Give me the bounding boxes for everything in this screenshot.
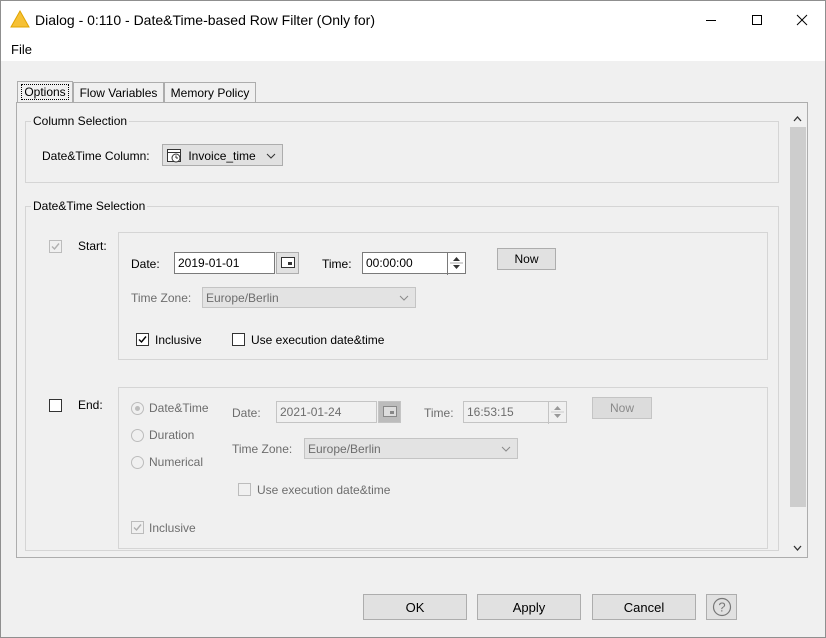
start-date-value: 2019-01-01 bbox=[178, 256, 240, 270]
close-icon bbox=[796, 14, 808, 26]
menu-file[interactable]: File bbox=[11, 42, 32, 57]
tab-options-label: Options bbox=[21, 84, 69, 100]
warning-triangle-icon bbox=[10, 10, 30, 28]
end-mode-duration-label: Duration bbox=[149, 428, 195, 442]
start-timezone-select[interactable]: Europe/Berlin bbox=[202, 287, 416, 308]
end-use-execution-checkbox[interactable] bbox=[238, 483, 251, 496]
menu-bar: File bbox=[1, 39, 825, 61]
end-now-button[interactable]: Now bbox=[592, 397, 652, 419]
end-label: End: bbox=[78, 398, 103, 412]
calendar-clock-icon bbox=[167, 149, 181, 163]
start-date-field[interactable]: 2019-01-01 bbox=[174, 252, 275, 274]
ok-button-label: OK bbox=[405, 600, 425, 615]
svg-text:?: ? bbox=[718, 600, 725, 615]
start-timezone-value: Europe/Berlin bbox=[206, 291, 279, 305]
start-timezone-label: Time Zone: bbox=[131, 291, 192, 305]
start-inclusive-checkbox[interactable] bbox=[136, 333, 149, 346]
apply-button-label: Apply bbox=[512, 600, 546, 615]
spinner-arrows-icon bbox=[551, 406, 564, 418]
end-date-field[interactable]: 2021-01-24 bbox=[276, 401, 377, 423]
end-date-picker-button[interactable] bbox=[378, 401, 401, 423]
datetime-column-label: Date&Time Column: bbox=[42, 149, 150, 163]
end-timezone-label: Time Zone: bbox=[232, 442, 293, 456]
maximize-button[interactable] bbox=[734, 1, 780, 39]
end-inclusive-label: Inclusive bbox=[149, 521, 196, 535]
help-icon: ? bbox=[712, 597, 731, 617]
start-time-field[interactable]: 00:00:00 bbox=[362, 252, 466, 275]
end-time-field[interactable]: 16:53:15 bbox=[463, 401, 567, 424]
scroll-down-button[interactable] bbox=[789, 539, 806, 556]
end-mode-datetime-label: Date&Time bbox=[149, 401, 209, 415]
end-date-value: 2021-01-24 bbox=[280, 405, 342, 419]
dialog-window: Dialog - 0:110 - Date&Time-based Row Fil… bbox=[0, 0, 826, 638]
start-use-execution-label: Use execution date&time bbox=[251, 333, 385, 347]
tab-flow-variables[interactable]: Flow Variables bbox=[73, 82, 164, 104]
end-timezone-select[interactable]: Europe/Berlin bbox=[304, 438, 518, 459]
datetime-column-value: Invoice_time bbox=[188, 149, 256, 163]
end-time-value: 16:53:15 bbox=[467, 405, 514, 419]
spinner-arrows-icon bbox=[450, 257, 463, 269]
start-date-picker-button[interactable] bbox=[276, 252, 299, 274]
calendar-icon bbox=[382, 406, 397, 417]
window-title: Dialog - 0:110 - Date&Time-based Row Fil… bbox=[35, 12, 375, 28]
chevron-down-icon bbox=[501, 446, 511, 452]
start-time-label: Time: bbox=[322, 257, 352, 271]
end-mode-datetime-radio[interactable] bbox=[131, 402, 144, 415]
checkmark-icon bbox=[51, 243, 60, 251]
help-button[interactable]: ? bbox=[706, 594, 737, 620]
chevron-down-icon bbox=[793, 545, 802, 551]
calendar-icon bbox=[280, 257, 295, 268]
end-inclusive-checkbox[interactable] bbox=[131, 521, 144, 534]
start-use-execution-checkbox[interactable] bbox=[232, 333, 245, 346]
start-date-label: Date: bbox=[131, 257, 160, 271]
maximize-icon bbox=[752, 15, 762, 25]
start-checkbox[interactable] bbox=[49, 240, 62, 253]
chevron-down-icon bbox=[399, 295, 409, 301]
close-button[interactable] bbox=[779, 1, 825, 39]
end-mode-numerical-radio[interactable] bbox=[131, 456, 144, 469]
end-date-label: Date: bbox=[232, 406, 261, 420]
end-now-label: Now bbox=[609, 401, 634, 415]
tab-memory-policy-label: Memory Policy bbox=[170, 86, 250, 100]
scroll-up-button[interactable] bbox=[789, 110, 806, 127]
start-time-spinner[interactable] bbox=[447, 253, 465, 275]
tab-options[interactable]: Options bbox=[17, 81, 73, 104]
end-checkbox[interactable] bbox=[49, 399, 62, 412]
ok-button[interactable]: OK bbox=[363, 594, 467, 620]
start-inclusive-label: Inclusive bbox=[155, 333, 202, 347]
cancel-button[interactable]: Cancel bbox=[592, 594, 696, 620]
end-time-label: Time: bbox=[424, 406, 454, 420]
start-time-value: 00:00:00 bbox=[366, 256, 413, 270]
start-now-label: Now bbox=[514, 252, 539, 266]
datetime-selection-title: Date&Time Selection bbox=[31, 199, 148, 213]
checkmark-icon bbox=[133, 524, 142, 532]
end-mode-numerical-label: Numerical bbox=[149, 455, 204, 469]
end-use-execution-label: Use execution date&time bbox=[257, 483, 391, 497]
end-timezone-value: Europe/Berlin bbox=[308, 442, 381, 456]
minimize-button[interactable] bbox=[688, 1, 734, 39]
title-bar[interactable]: Dialog - 0:110 - Date&Time-based Row Fil… bbox=[1, 1, 825, 39]
cancel-button-label: Cancel bbox=[623, 600, 665, 615]
start-label: Start: bbox=[78, 239, 107, 253]
apply-button[interactable]: Apply bbox=[477, 594, 581, 620]
start-now-button[interactable]: Now bbox=[497, 248, 556, 270]
chevron-up-icon bbox=[793, 115, 802, 121]
end-time-spinner[interactable] bbox=[548, 402, 566, 424]
minimize-icon bbox=[706, 20, 716, 21]
checkmark-icon bbox=[138, 336, 147, 344]
chevron-down-icon bbox=[266, 153, 276, 159]
column-selection-title: Column Selection bbox=[31, 114, 130, 128]
datetime-column-select[interactable]: Invoice_time bbox=[162, 144, 283, 166]
tab-memory-policy[interactable]: Memory Policy bbox=[164, 82, 256, 104]
end-mode-duration-radio[interactable] bbox=[131, 429, 144, 442]
scrollbar-thumb[interactable] bbox=[790, 127, 806, 507]
tab-flow-variables-label: Flow Variables bbox=[79, 86, 158, 100]
